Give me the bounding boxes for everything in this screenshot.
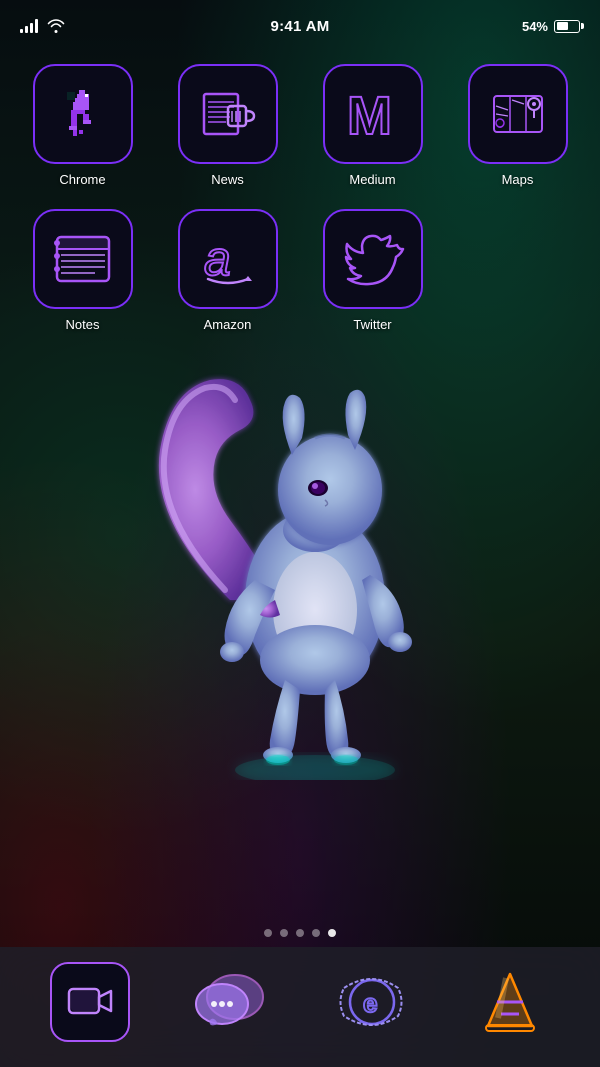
app-maps-label: Maps bbox=[502, 172, 534, 187]
mewtwo-figure bbox=[130, 320, 470, 780]
dock-internet-explorer[interactable]: e bbox=[330, 962, 410, 1042]
app-twitter-label: Twitter bbox=[353, 317, 391, 332]
app-maps[interactable]: Maps bbox=[445, 54, 590, 199]
battery-percentage: 54% bbox=[522, 19, 548, 34]
app-notes-label: Notes bbox=[66, 317, 100, 332]
dot-4[interactable] bbox=[312, 929, 320, 937]
dot-2[interactable] bbox=[280, 929, 288, 937]
app-news[interactable]: News bbox=[155, 54, 300, 199]
app-medium[interactable]: M Medium bbox=[300, 54, 445, 199]
dock: e bbox=[0, 947, 600, 1067]
app-amazon-label: Amazon bbox=[204, 317, 252, 332]
dot-3[interactable] bbox=[296, 929, 304, 937]
svg-text:M: M bbox=[347, 86, 392, 146]
app-twitter[interactable]: Twitter bbox=[300, 199, 445, 344]
app-grid: Chrome News bbox=[0, 44, 600, 344]
status-left bbox=[20, 19, 65, 33]
battery-icon bbox=[554, 20, 580, 33]
dot-5[interactable] bbox=[328, 929, 336, 937]
status-right: 54% bbox=[522, 19, 580, 34]
status-time: 9:41 AM bbox=[270, 18, 329, 35]
wifi-icon bbox=[47, 19, 65, 33]
dot-1[interactable] bbox=[264, 929, 272, 937]
svg-text:e: e bbox=[363, 988, 377, 1018]
signal-icon bbox=[20, 19, 38, 33]
app-news-label: News bbox=[211, 172, 244, 187]
app-chrome-label: Chrome bbox=[59, 172, 105, 187]
dock-messages[interactable] bbox=[190, 962, 270, 1042]
page-dots bbox=[264, 929, 336, 937]
dock-vlc[interactable] bbox=[470, 962, 550, 1042]
status-bar: 9:41 AM 54% bbox=[0, 0, 600, 44]
app-notes[interactable]: Notes bbox=[10, 199, 155, 344]
app-chrome[interactable]: Chrome bbox=[10, 54, 155, 199]
dock-facetime[interactable] bbox=[50, 962, 130, 1042]
app-medium-label: Medium bbox=[349, 172, 395, 187]
app-amazon[interactable]: a Amazon bbox=[155, 199, 300, 344]
